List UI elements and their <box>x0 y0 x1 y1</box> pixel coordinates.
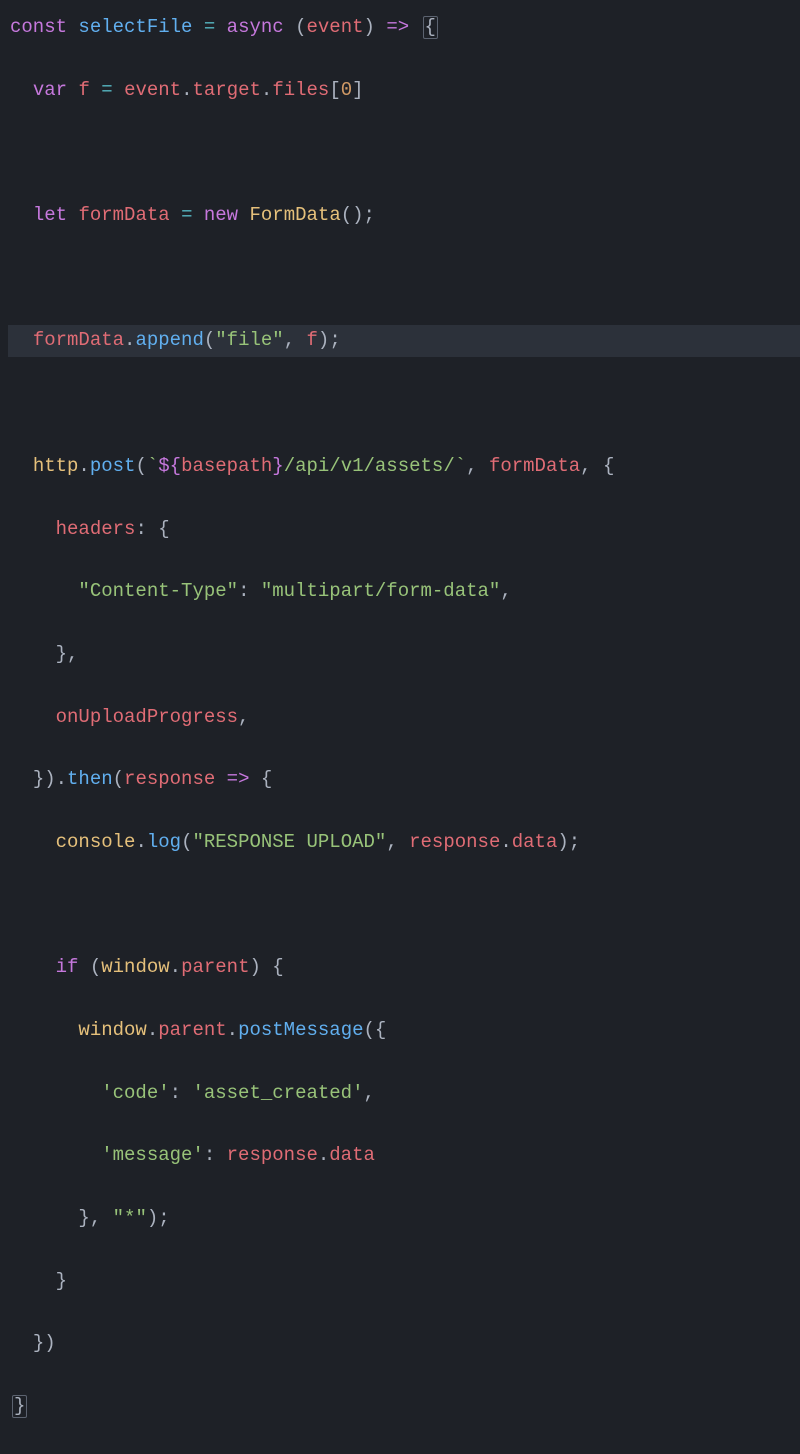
close-brace-icon: } <box>12 1395 27 1418</box>
code-line: 'code': 'asset_created', <box>8 1078 800 1109</box>
code-line: const selectFile = async (event) => { <box>8 12 800 43</box>
code-block: const selectFile = async (event) => { va… <box>8 12 800 1454</box>
code-line: headers: { <box>8 514 800 545</box>
code-line: onUploadProgress, <box>8 702 800 733</box>
open-brace-icon: { <box>423 16 438 39</box>
code-line <box>8 137 800 168</box>
code-line: let formData = new FormData(); <box>8 200 800 231</box>
code-line <box>8 388 800 419</box>
code-line: "Content-Type": "multipart/form-data", <box>8 576 800 607</box>
code-line: }).then(response => { <box>8 764 800 795</box>
code-line: window.parent.postMessage({ <box>8 1015 800 1046</box>
code-line: } <box>8 1391 800 1422</box>
code-line: formData.append("file", f); <box>8 325 800 356</box>
code-line: var f = event.target.files[0] <box>8 75 800 106</box>
code-line: if (window.parent) { <box>8 952 800 983</box>
code-line <box>8 890 800 921</box>
code-line: http.post(`${basepath}/api/v1/assets/`, … <box>8 451 800 482</box>
code-line: console.log("RESPONSE UPLOAD", response.… <box>8 827 800 858</box>
code-line: 'message': response.data <box>8 1140 800 1171</box>
code-line: }, "*"); <box>8 1203 800 1234</box>
code-line: }) <box>8 1328 800 1359</box>
code-line <box>8 263 800 294</box>
code-line: } <box>8 1266 800 1297</box>
code-line: }, <box>8 639 800 670</box>
